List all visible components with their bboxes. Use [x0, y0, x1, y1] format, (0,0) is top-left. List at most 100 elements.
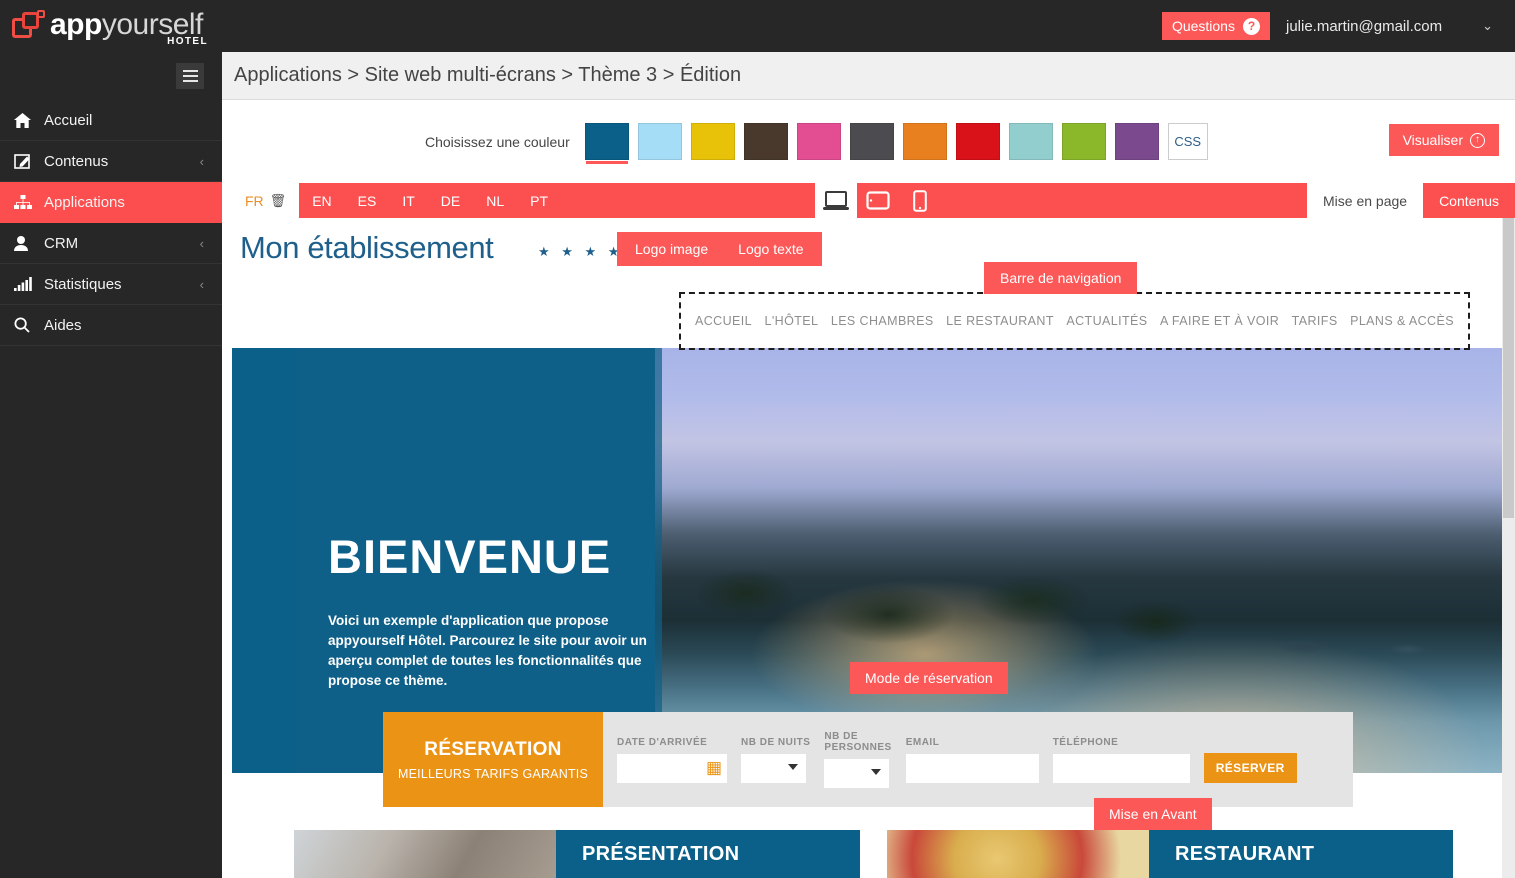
color-picker-bar: Choisissez une couleur CSS Visualiser ↑ [222, 100, 1515, 183]
nav-link-actualit-s[interactable]: ACTUALITÉS [1066, 314, 1147, 328]
chevron-down-icon[interactable]: ⌄ [1482, 18, 1493, 34]
color-swatch-red[interactable] [955, 123, 1000, 160]
sidebar-item-statistiques[interactable]: Statistiques ‹ [0, 264, 222, 305]
nav-link-tarifs[interactable]: TARIFS [1292, 314, 1338, 328]
language-tab-es[interactable]: ES [345, 183, 390, 218]
sidebar-item-label: Applications [44, 193, 125, 211]
sidebar-item-aides[interactable]: Aides [0, 305, 222, 346]
language-device-bar: FR 🗑 EN ES IT DE NL PT Mise en page Contenus [232, 183, 1515, 218]
color-swatch-orange[interactable] [902, 123, 947, 160]
hero-section: BIENVENUE Voici un exemple d'application… [232, 348, 1515, 773]
color-swatch-dark-brown[interactable] [743, 123, 788, 160]
chevron-left-icon: ‹ [199, 153, 204, 169]
top-bar: Questions ? julie.martin@gmail.com ⌄ [222, 0, 1515, 52]
nav-link-le-restaurant[interactable]: LE RESTAURANT [946, 314, 1054, 328]
language-code: ES [357, 192, 377, 209]
sidebar-item-accueil[interactable]: Accueil [0, 100, 222, 141]
sidebar-item-label: Accueil [44, 111, 93, 129]
calendar-icon[interactable]: ▦ [706, 759, 722, 776]
language-tab-nl[interactable]: NL [473, 183, 517, 218]
site-title[interactable]: Mon établissement [240, 230, 494, 266]
logo-texte-button[interactable]: Logo texte [738, 241, 803, 257]
tablet-icon[interactable] [857, 183, 899, 218]
field-email: EMAIL [905, 736, 1039, 783]
nav-link-plans-acc-s[interactable]: PLANS & ACCÈS [1350, 314, 1454, 328]
language-tab-pt[interactable]: PT [517, 183, 561, 218]
search-icon [14, 317, 40, 333]
navigation-bar-badge[interactable]: Barre de navigation [984, 262, 1138, 294]
reservation-mode-badge[interactable]: Mode de réservation [850, 662, 1008, 694]
guests-select[interactable] [824, 759, 890, 788]
color-swatch-purple[interactable] [1114, 123, 1159, 160]
language-tab-fr[interactable]: FR 🗑 [232, 183, 300, 218]
tab-mise-en-page[interactable]: Mise en page [1307, 183, 1424, 218]
sidebar-item-crm[interactable]: CRM ‹ [0, 223, 222, 264]
language-code: NL [486, 192, 505, 209]
nav-link-les-chambres[interactable]: LES CHAMBRES [831, 314, 934, 328]
questions-button[interactable]: Questions ? [1161, 12, 1270, 40]
desktop-icon[interactable] [815, 183, 857, 218]
reserver-button[interactable]: RÉSERVER [1203, 753, 1297, 783]
color-swatch-green[interactable] [1061, 123, 1106, 160]
language-tab-it[interactable]: IT [389, 183, 427, 218]
visualiser-label: Visualiser [1402, 132, 1463, 148]
language-code: FR [245, 192, 264, 209]
color-swatch-teal[interactable] [1008, 123, 1053, 160]
color-swatch-dark-grey[interactable] [849, 123, 894, 160]
reservation-title: RÉSERVATION [424, 738, 562, 760]
chevron-down-icon[interactable] [871, 769, 882, 775]
nav-link-accueil[interactable]: ACCUEIL [695, 314, 752, 328]
language-tab-de[interactable]: DE [428, 183, 473, 218]
logo-image-button[interactable]: Logo image [635, 241, 708, 257]
tab-contenus[interactable]: Contenus [1423, 183, 1515, 218]
appyourself-squares-logo-icon [10, 10, 50, 44]
color-swatch-light-blue[interactable] [637, 123, 682, 160]
color-swatch-gold[interactable] [690, 123, 735, 160]
sidebar-item-applications[interactable]: Applications [0, 182, 222, 223]
card-restaurant[interactable]: RESTAURANT [887, 830, 1453, 878]
field-label: TÉLÉPHONE [1052, 736, 1119, 748]
brand-name-bold: app [50, 8, 102, 41]
visualiser-button[interactable]: Visualiser ↑ [1388, 124, 1499, 156]
arrow-up-circle-icon: ↑ [1470, 132, 1485, 148]
phone-input[interactable] [1052, 753, 1190, 783]
card-presentation[interactable]: PRÉSENTATION [294, 830, 860, 878]
site-navigation[interactable]: ACCUEIL L'HÔTEL LES CHAMBRES LE RESTAURANT A… [679, 292, 1470, 350]
hero-body: Voici un exemple d'application que propo… [328, 613, 647, 688]
language-tab-en[interactable]: EN [299, 183, 344, 218]
card-image [887, 830, 1149, 878]
sidebar-item-label: Statistiques [44, 275, 122, 293]
css-button[interactable]: CSS [1167, 123, 1208, 160]
mobile-icon[interactable] [899, 183, 941, 218]
field-nb-nuits: NB DE NUITS [741, 737, 810, 783]
nav-link-a-faire-et-voir[interactable]: A FAIRE ET À VOIR [1160, 314, 1279, 328]
question-mark-icon: ? [1242, 17, 1260, 35]
field-label: NB DE NUITS [741, 736, 811, 748]
logo-type-badge[interactable]: Logo image Logo texte [617, 232, 822, 266]
hero-text-block: BIENVENUE Voici un exemple d'application… [328, 533, 658, 691]
field-telephone: TÉLÉPHONE [1052, 736, 1190, 783]
email-input[interactable] [905, 753, 1039, 783]
date-input[interactable]: ▦ [617, 753, 727, 783]
language-code: EN [312, 192, 332, 209]
nights-select[interactable] [741, 753, 806, 783]
highlight-cards: PRÉSENTATION RESTAURANT [232, 830, 1515, 878]
chevron-down-icon[interactable] [788, 763, 798, 770]
highlight-badge[interactable]: Mise en Avant [1094, 798, 1212, 830]
hamburger-menu-icon[interactable] [176, 63, 204, 89]
sidebar-item-label: Contenus [44, 152, 109, 170]
field-nb-personnes: NB DE PERSONNES [824, 731, 891, 788]
trash-icon[interactable]: 🗑 [270, 193, 287, 209]
site-preview: Mon établissement ★ ★ ★ ★ Logo image Log… [232, 218, 1515, 878]
color-picker-label: Choisissez une couleur [425, 133, 570, 150]
nav-link-l-h-tel[interactable]: L'HÔTEL [765, 314, 819, 328]
scrollbar-thumb[interactable] [1503, 218, 1514, 518]
breadcrumb-text[interactable]: Applications > Site web multi-écrans > T… [234, 64, 741, 87]
sidebar-item-contenus[interactable]: Contenus ‹ [0, 141, 222, 182]
color-swatch-petrol-blue[interactable] [584, 123, 629, 164]
field-label: EMAIL [905, 736, 940, 748]
reservation-form: DATE D'ARRIVÉE ▦ NB DE NUITS NB DE PERSO… [603, 712, 1353, 807]
preview-vertical-scrollbar[interactable] [1502, 218, 1515, 878]
user-email[interactable]: julie.martin@gmail.com [1286, 18, 1442, 35]
color-swatch-pink[interactable] [796, 123, 841, 160]
